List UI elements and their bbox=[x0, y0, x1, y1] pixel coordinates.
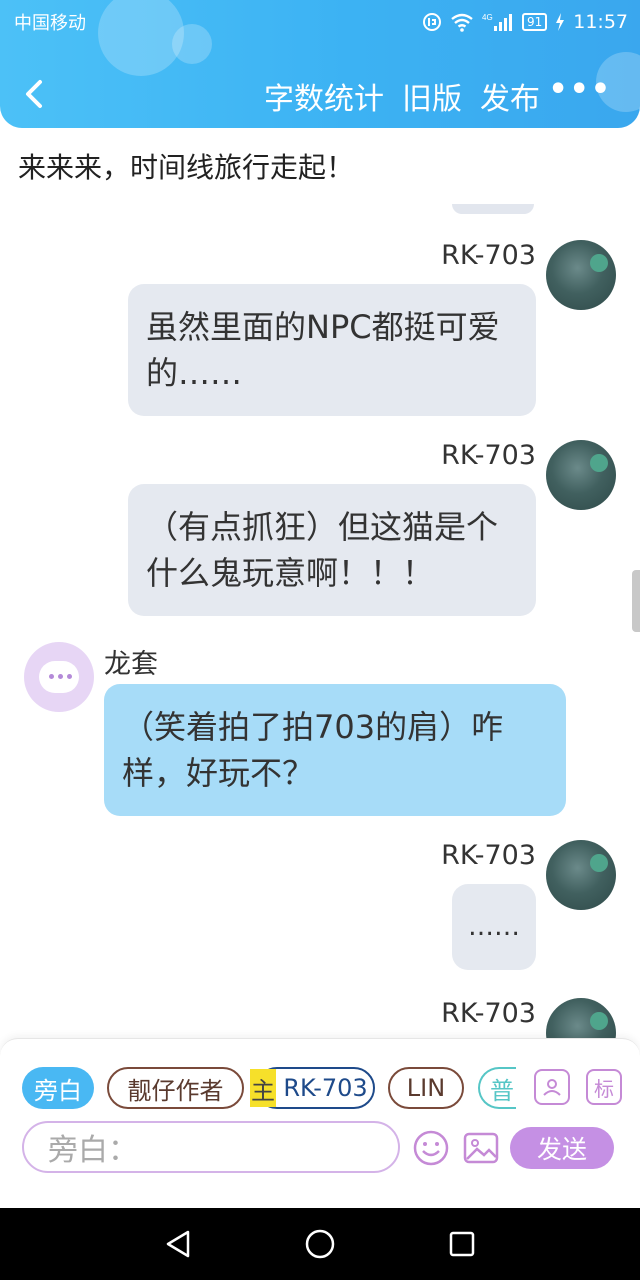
svg-text:4G: 4G bbox=[482, 13, 493, 22]
role-chip-label: RK-703 bbox=[283, 1074, 368, 1102]
sender-name: RK-703 bbox=[441, 440, 536, 471]
app-header: 中国移动 4G 91 11:57 字数统计 旧版 发布 ••• bbox=[0, 0, 640, 128]
send-button[interactable]: 发送 bbox=[510, 1127, 614, 1169]
carrier-label: 中国移动 bbox=[14, 13, 86, 34]
message-item[interactable]: 龙套 （笑着拍了拍703的肩）咋样，好玩不？ bbox=[22, 640, 582, 820]
charging-icon bbox=[555, 12, 565, 32]
avatar[interactable] bbox=[546, 840, 616, 910]
nav-bar: 字数统计 旧版 发布 ••• bbox=[0, 66, 640, 122]
message-item[interactable]: RK-703 虽然里面的NPC都挺可爱的…… bbox=[100, 240, 620, 420]
publish-button[interactable]: 发布 bbox=[480, 74, 540, 118]
cellular-signal-icon: 4G bbox=[482, 12, 514, 32]
sender-name: RK-703 bbox=[441, 840, 536, 871]
chevron-left-icon bbox=[26, 80, 42, 108]
wifi-icon bbox=[450, 12, 474, 32]
system-recents-button[interactable] bbox=[444, 1226, 480, 1262]
sender-name: 龙套 bbox=[104, 649, 158, 680]
smiley-icon bbox=[413, 1130, 449, 1166]
image-button[interactable] bbox=[462, 1129, 500, 1167]
scrollbar[interactable] bbox=[632, 570, 640, 632]
status-bar: 中国移动 4G 91 11:57 bbox=[14, 8, 628, 36]
user-card-icon bbox=[543, 1079, 561, 1096]
word-count-button[interactable]: 字数统计 bbox=[264, 74, 384, 118]
avatar[interactable] bbox=[546, 998, 616, 1038]
message-item[interactable]: RK-703 bbox=[100, 998, 620, 1038]
back-button[interactable] bbox=[18, 74, 54, 114]
message-item[interactable]: RK-703 …… bbox=[100, 840, 620, 980]
triangle-back-icon bbox=[166, 1230, 190, 1258]
hd-call-icon bbox=[422, 12, 442, 32]
circle-home-icon bbox=[305, 1229, 335, 1259]
image-icon bbox=[463, 1132, 499, 1164]
message-item[interactable]: RK-703 （有点抓狂）但这猫是个什么鬼玩意啊！！！ bbox=[100, 440, 620, 620]
master-role-tag: 主 bbox=[250, 1069, 276, 1107]
chat-bubble-icon bbox=[39, 661, 79, 693]
role-manager-button[interactable] bbox=[534, 1069, 570, 1105]
sender-name: RK-703 bbox=[441, 998, 536, 1029]
role-chip-lin[interactable]: LIN bbox=[388, 1067, 464, 1109]
message-bubble[interactable]: （有点抓狂）但这猫是个什么鬼玩意啊！！！ bbox=[128, 484, 536, 616]
role-chip-narration[interactable]: 旁白 bbox=[22, 1067, 94, 1109]
emoji-button[interactable] bbox=[412, 1129, 450, 1167]
message-input[interactable]: 旁白： bbox=[22, 1121, 400, 1173]
message-bubble[interactable]: 虽然里面的NPC都挺可爱的…… bbox=[128, 284, 536, 416]
sender-name: RK-703 bbox=[441, 240, 536, 271]
story-topic: 来来来，时间线旅行走起！ bbox=[18, 151, 355, 184]
square-recents-icon bbox=[449, 1231, 475, 1257]
previous-bubble-edge bbox=[452, 204, 534, 214]
composer-panel: 旁白 靓仔作者 主 RK-703 LIN 普 标 旁白： 发送 bbox=[0, 1038, 640, 1208]
message-bubble[interactable]: （笑着拍了拍703的肩）咋样，好玩不？ bbox=[104, 684, 566, 816]
avatar[interactable] bbox=[24, 642, 94, 712]
more-options-button[interactable]: ••• bbox=[548, 72, 612, 107]
mark-button[interactable]: 标 bbox=[586, 1069, 622, 1105]
message-bubble[interactable]: …… bbox=[452, 884, 536, 970]
system-home-button[interactable] bbox=[302, 1226, 338, 1262]
clock: 11:57 bbox=[573, 11, 628, 33]
avatar[interactable] bbox=[546, 240, 616, 310]
role-chip-rk703[interactable]: 主 RK-703 bbox=[250, 1067, 375, 1109]
system-back-button[interactable] bbox=[160, 1226, 196, 1262]
avatar[interactable] bbox=[546, 440, 616, 510]
system-nav-bar bbox=[0, 1208, 640, 1280]
battery-indicator: 91 bbox=[521, 13, 548, 31]
role-chip-partial[interactable]: 普 bbox=[478, 1067, 516, 1109]
role-chip-author[interactable]: 靓仔作者 bbox=[107, 1067, 244, 1109]
old-version-button[interactable]: 旧版 bbox=[402, 74, 462, 118]
